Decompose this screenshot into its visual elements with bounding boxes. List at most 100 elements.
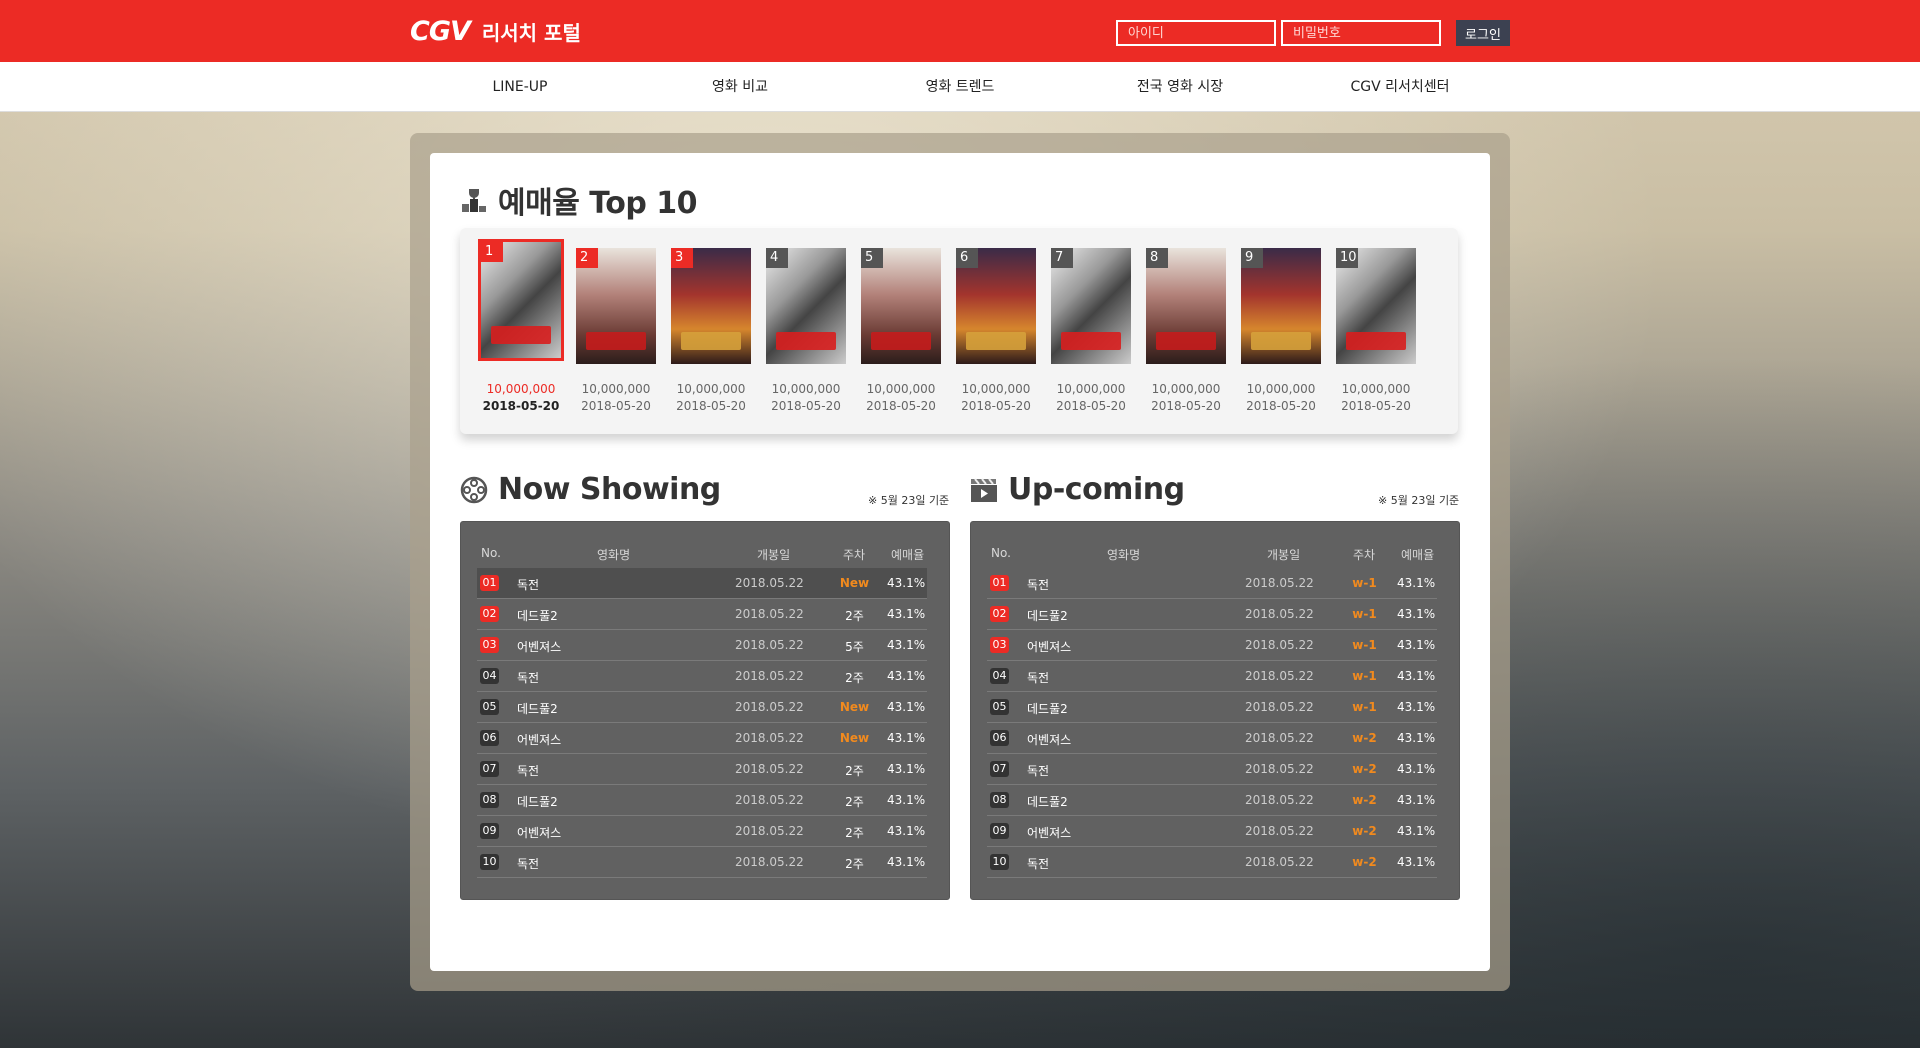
table-row[interactable]: 08 데드풀2 2018.05.22 2주 43.1% bbox=[477, 785, 927, 816]
table-row[interactable]: 01 독전 2018.05.22 w-1 43.1% bbox=[987, 568, 1437, 599]
booking-rate: 43.1% bbox=[887, 700, 926, 714]
table-row[interactable]: 05 데드풀2 2018.05.22 New 43.1% bbox=[477, 692, 927, 723]
release-date: 2018.05.22 bbox=[735, 762, 804, 776]
movie-name[interactable]: 독전 bbox=[517, 855, 539, 872]
release-date: 2018.05.22 bbox=[735, 576, 804, 590]
week-badge: New bbox=[839, 731, 870, 745]
poster-avengers[interactable]: 9 bbox=[1241, 248, 1321, 364]
booking-rate: 43.1% bbox=[1397, 700, 1436, 714]
movie-name[interactable]: 어벤져스 bbox=[517, 731, 561, 748]
nav-movie-compare[interactable]: 영화 비교 bbox=[630, 62, 850, 112]
booking-rate: 43.1% bbox=[1397, 576, 1436, 590]
poster-deadpool2[interactable]: 5 bbox=[861, 248, 941, 364]
poster-title-band bbox=[1061, 332, 1121, 350]
table-row[interactable]: 10 독전 2018.05.22 w-2 43.1% bbox=[987, 847, 1437, 878]
rank-number: 10 bbox=[480, 854, 499, 870]
movie-name[interactable]: 어벤져스 bbox=[1027, 731, 1071, 748]
poster-avengers[interactable]: 6 bbox=[956, 248, 1036, 364]
week-badge: w-2 bbox=[1352, 824, 1377, 838]
week-badge: w-2 bbox=[1352, 731, 1377, 745]
table-row[interactable]: 09 어벤져스 2018.05.22 2주 43.1% bbox=[477, 816, 927, 847]
table-row[interactable]: 04 독전 2018.05.22 2주 43.1% bbox=[477, 661, 927, 692]
poster-title-band bbox=[776, 332, 836, 350]
movie-name[interactable]: 독전 bbox=[1027, 855, 1049, 872]
movie-name[interactable]: 독전 bbox=[1027, 669, 1049, 686]
table-row[interactable]: 06 어벤져스 2018.05.22 New 43.1% bbox=[477, 723, 927, 754]
booking-rate: 43.1% bbox=[1397, 607, 1436, 621]
poster-title-band bbox=[1346, 332, 1406, 350]
release-date: 2018.05.22 bbox=[1245, 855, 1314, 869]
logo[interactable]: CGV 리서치 포털 bbox=[410, 14, 581, 48]
movie-name[interactable]: 독전 bbox=[517, 762, 539, 779]
rank-number: 01 bbox=[990, 575, 1009, 591]
poster-dokjeon[interactable]: 4 bbox=[766, 248, 846, 364]
table-row[interactable]: 07 독전 2018.05.22 w-2 43.1% bbox=[987, 754, 1437, 785]
table-row[interactable]: 09 어벤져스 2018.05.22 w-2 43.1% bbox=[987, 816, 1437, 847]
movie-name[interactable]: 데드풀2 bbox=[517, 793, 558, 810]
table-row[interactable]: 07 독전 2018.05.22 2주 43.1% bbox=[477, 754, 927, 785]
table-row[interactable]: 06 어벤져스 2018.05.22 w-2 43.1% bbox=[987, 723, 1437, 754]
booking-rate: 43.1% bbox=[1397, 638, 1436, 652]
release-date: 2018.05.22 bbox=[735, 638, 804, 652]
rank-number: 09 bbox=[990, 823, 1009, 839]
movie-name[interactable]: 데드풀2 bbox=[517, 700, 558, 717]
table-row[interactable]: 08 데드풀2 2018.05.22 w-2 43.1% bbox=[987, 785, 1437, 816]
table-row[interactable]: 02 데드풀2 2018.05.22 2주 43.1% bbox=[477, 599, 927, 630]
movie-name[interactable]: 어벤져스 bbox=[517, 638, 561, 655]
rank-number: 02 bbox=[480, 606, 499, 622]
booking-rate: 43.1% bbox=[887, 731, 926, 745]
upcoming-note: ※ 5월 23일 기준 bbox=[1378, 494, 1460, 507]
movie-name[interactable]: 어벤져스 bbox=[1027, 824, 1071, 841]
top-header: CGV 리서치 포털 로그인 bbox=[0, 0, 1920, 62]
id-input[interactable] bbox=[1116, 20, 1276, 46]
nav-research-center[interactable]: CGV 리서치센터 bbox=[1290, 62, 1510, 112]
movie-name[interactable]: 독전 bbox=[1027, 576, 1049, 593]
login-button[interactable]: 로그인 bbox=[1456, 20, 1510, 46]
release-date: 2018.05.22 bbox=[735, 607, 804, 621]
poster-dokjeon[interactable]: 7 bbox=[1051, 248, 1131, 364]
poster-amount: 10,000,000 bbox=[1341, 382, 1411, 396]
movie-name[interactable]: 어벤져스 bbox=[517, 824, 561, 841]
movie-name[interactable]: 데드풀2 bbox=[517, 607, 558, 624]
nav-movie-trend[interactable]: 영화 트렌드 bbox=[850, 62, 1070, 112]
table-row[interactable]: 05 데드풀2 2018.05.22 w-1 43.1% bbox=[987, 692, 1437, 723]
table-row[interactable]: 02 데드풀2 2018.05.22 w-1 43.1% bbox=[987, 599, 1437, 630]
week-badge: w-1 bbox=[1352, 638, 1377, 652]
movie-name[interactable]: 어벤져스 bbox=[1027, 638, 1071, 655]
movie-name[interactable]: 데드풀2 bbox=[1027, 700, 1068, 717]
col-no: No. bbox=[991, 546, 1011, 560]
rank-badge: 6 bbox=[956, 248, 978, 268]
nav-national-market[interactable]: 전국 영화 시장 bbox=[1070, 62, 1290, 112]
table-row[interactable]: 03 어벤져스 2018.05.22 5주 43.1% bbox=[477, 630, 927, 661]
col-title: 영화명 bbox=[597, 548, 631, 562]
poster-avengers[interactable]: 3 bbox=[671, 248, 751, 364]
movie-name[interactable]: 독전 bbox=[517, 669, 539, 686]
week-badge: w-2 bbox=[1352, 855, 1377, 869]
movie-name[interactable]: 데드풀2 bbox=[1027, 793, 1068, 810]
week-badge: w-1 bbox=[1352, 576, 1377, 590]
movie-name[interactable]: 독전 bbox=[1027, 762, 1049, 779]
table-row[interactable]: 01 독전 2018.05.22 New 43.1% bbox=[477, 568, 927, 599]
poster-date: 2018-05-20 bbox=[1246, 399, 1316, 413]
nav-lineup[interactable]: LINE-UP bbox=[410, 62, 630, 112]
week-badge: 2주 bbox=[845, 795, 864, 809]
poster-deadpool2[interactable]: 8 bbox=[1146, 248, 1226, 364]
col-rate: 예매율 bbox=[1401, 548, 1435, 562]
poster-amount: 10,000,000 bbox=[1246, 382, 1316, 396]
password-input[interactable] bbox=[1281, 20, 1441, 46]
poster-dokjeon[interactable]: 10 bbox=[1336, 248, 1416, 364]
week-badge: 2주 bbox=[845, 857, 864, 871]
poster-deadpool2[interactable]: 2 bbox=[576, 248, 656, 364]
now-showing-title: Now Showing bbox=[460, 472, 721, 507]
movie-name[interactable]: 데드풀2 bbox=[1027, 607, 1068, 624]
col-title: 영화명 bbox=[1107, 548, 1141, 562]
poster-dokjeon[interactable]: 1 bbox=[478, 239, 564, 361]
poster-date: 2018-05-20 bbox=[676, 399, 746, 413]
movie-name[interactable]: 독전 bbox=[517, 576, 539, 593]
booking-rate: 43.1% bbox=[887, 762, 926, 776]
week-badge: w-1 bbox=[1352, 607, 1377, 621]
table-row[interactable]: 03 어벤져스 2018.05.22 w-1 43.1% bbox=[987, 630, 1437, 661]
col-week: 주차 bbox=[1353, 548, 1376, 562]
table-row[interactable]: 10 독전 2018.05.22 2주 43.1% bbox=[477, 847, 927, 878]
table-row[interactable]: 04 독전 2018.05.22 w-1 43.1% bbox=[987, 661, 1437, 692]
